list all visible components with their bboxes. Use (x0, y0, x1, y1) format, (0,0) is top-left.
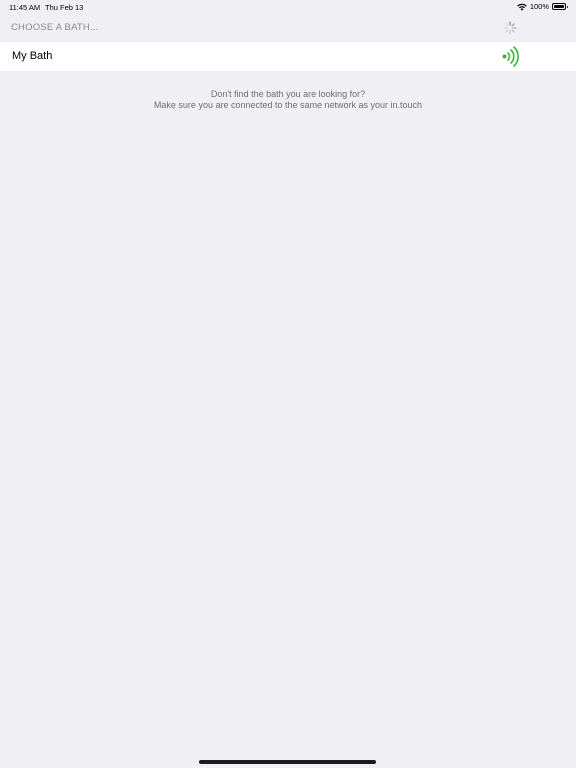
hint-text: Don't find the bath you are looking for?… (0, 89, 576, 110)
hint-line-2: Make sure you are connected to the same … (153, 99, 423, 110)
battery-percent: 100% (529, 2, 549, 11)
bath-list-item[interactable]: My Bath (0, 42, 576, 71)
hint-line-1: Don't find the bath you are looking for? (210, 89, 366, 99)
signal-connected-icon (502, 46, 519, 67)
bath-name: My Bath (12, 50, 53, 62)
wifi-icon (517, 3, 527, 11)
battery-icon (552, 3, 568, 10)
status-right: 100% (517, 2, 568, 11)
activity-spinner-icon (503, 21, 517, 35)
section-header: CHOOSE A BATH... (11, 22, 99, 33)
battery-fill (554, 5, 564, 8)
status-time: 11:45 AM (9, 3, 41, 12)
home-indicator[interactable] (199, 760, 376, 764)
status-date: Thu Feb 13 (45, 3, 84, 12)
status-bar: 11:45 AM Thu Feb 13 100% (0, 0, 576, 14)
